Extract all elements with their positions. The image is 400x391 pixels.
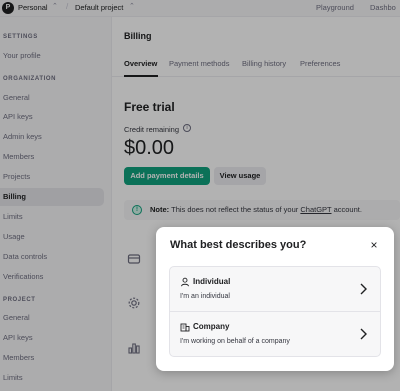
option-title: Individual [193,277,231,286]
describe-you-dialog: What best describes you? × Individual I'… [156,227,394,371]
dialog-title: What best describes you? [170,239,307,251]
close-button[interactable]: × [366,237,382,253]
option-individual[interactable]: Individual I'm an individual [170,267,380,312]
option-list: Individual I'm an individual Company I'm… [169,266,381,357]
building-icon [180,323,190,332]
chevron-right-icon [360,328,367,340]
option-description: I'm an individual [180,293,230,300]
option-description: I'm working on behalf of a company [180,338,290,345]
option-title: Company [193,322,230,331]
close-icon: × [370,238,378,252]
chevron-right-icon [360,283,367,295]
option-company[interactable]: Company I'm working on behalf of a compa… [170,312,380,356]
person-icon [181,277,189,287]
